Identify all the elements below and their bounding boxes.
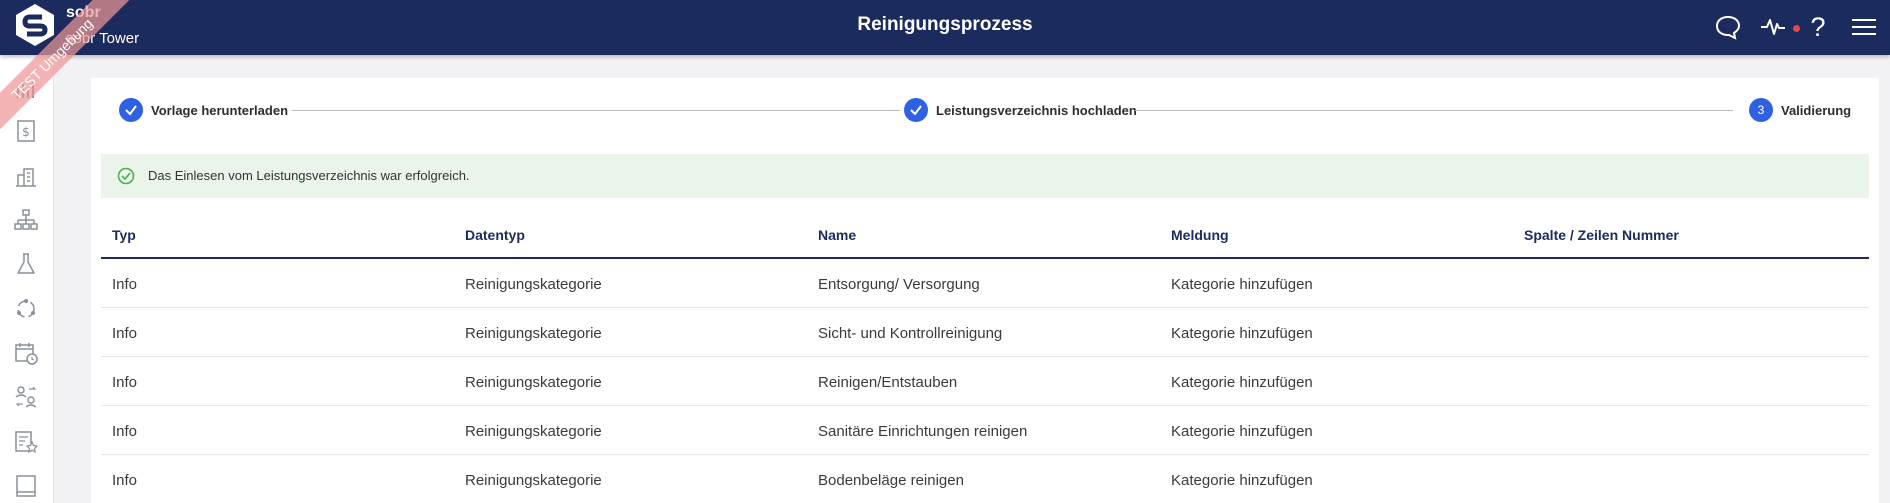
- cell-name: Entsorgung/ Versorgung: [818, 276, 980, 293]
- table-row[interactable]: Info Reinigungskategorie Entsorgung/ Ver…: [101, 259, 1869, 308]
- cell-typ: Info: [112, 472, 138, 489]
- table-row[interactable]: Info Reinigungskategorie Sicht- und Kont…: [101, 308, 1869, 357]
- success-alert-text: Das Einlesen vom Leistungsverzeichnis wa…: [148, 168, 470, 183]
- cell-name: Reinigen/Entstauben: [818, 374, 958, 391]
- book-icon[interactable]: [13, 473, 39, 499]
- document-star-icon[interactable]: [13, 429, 39, 455]
- step-2-check-icon[interactable]: [904, 98, 928, 122]
- hierarchy-icon[interactable]: [13, 207, 39, 233]
- user-transfer-icon[interactable]: [13, 384, 39, 410]
- column-header-spalte-zeilen[interactable]: Spalte / Zeilen Nummer: [1524, 227, 1679, 243]
- cell-typ: Info: [112, 374, 138, 391]
- help-icon[interactable]: ?: [1806, 10, 1830, 44]
- table-header: Typ Datentyp Name Meldung Spalte / Zeile…: [101, 211, 1869, 259]
- column-header-name[interactable]: Name: [818, 227, 856, 243]
- dashboard-icon[interactable]: [13, 76, 39, 102]
- flask-icon[interactable]: [13, 251, 39, 277]
- calendar-clock-icon[interactable]: [13, 340, 39, 366]
- cell-typ: Info: [112, 276, 138, 293]
- column-header-datentyp[interactable]: Datentyp: [465, 227, 525, 243]
- notification-dot: [1793, 25, 1800, 32]
- svg-text:$: $: [22, 125, 30, 139]
- cell-name: Sanitäre Einrichtungen reinigen: [818, 423, 1028, 440]
- dollar-document-icon[interactable]: $: [13, 118, 39, 144]
- cell-name: Bodenbeläge reinigen: [818, 472, 964, 489]
- buildings-icon[interactable]: [13, 163, 39, 189]
- cell-datentyp: Reinigungskategorie: [465, 374, 602, 391]
- cell-datentyp: Reinigungskategorie: [465, 472, 602, 489]
- step-2-label[interactable]: Leistungsverzeichnis hochladen: [936, 103, 1137, 118]
- cell-meldung: Kategorie hinzufügen: [1171, 472, 1313, 489]
- table-row[interactable]: Info Reinigungskategorie Sanitäre Einric…: [101, 406, 1869, 455]
- success-alert: Das Einlesen vom Leistungsverzeichnis wa…: [101, 154, 1869, 198]
- column-header-meldung[interactable]: Meldung: [1171, 227, 1229, 243]
- activity-icon[interactable]: [1758, 12, 1788, 42]
- step-3-number[interactable]: 3: [1749, 98, 1773, 122]
- sidebar: $: [0, 55, 54, 503]
- cell-typ: Info: [112, 423, 138, 440]
- step-1-label[interactable]: Vorlage herunterladen: [151, 103, 288, 118]
- cell-typ: Info: [112, 325, 138, 342]
- step-3-label[interactable]: Validierung: [1781, 103, 1851, 118]
- page-title: Reinigungsprozess: [857, 14, 1033, 35]
- chat-icon[interactable]: [1713, 12, 1743, 42]
- main-card: Vorlage herunterladen Leistungsverzeichn…: [91, 78, 1879, 503]
- stepper: Vorlage herunterladen Leistungsverzeichn…: [119, 98, 1859, 124]
- cell-meldung: Kategorie hinzufügen: [1171, 276, 1313, 293]
- step-1-check-icon[interactable]: [119, 98, 143, 122]
- column-header-typ[interactable]: Typ: [112, 227, 136, 243]
- cell-meldung: Kategorie hinzufügen: [1171, 325, 1313, 342]
- menu-icon[interactable]: [1849, 12, 1879, 42]
- check-circle-icon: [117, 167, 135, 185]
- cell-meldung: Kategorie hinzufügen: [1171, 423, 1313, 440]
- validation-table: Typ Datentyp Name Meldung Spalte / Zeile…: [101, 211, 1869, 503]
- table-row[interactable]: Info Reinigungskategorie Reinigen/Entsta…: [101, 357, 1869, 406]
- cell-meldung: Kategorie hinzufügen: [1171, 374, 1313, 391]
- cell-datentyp: Reinigungskategorie: [465, 325, 602, 342]
- app-header: sobr sobr Tower Reinigungsprozess ?: [0, 0, 1890, 55]
- table-row[interactable]: Info Reinigungskategorie Bodenbeläge rei…: [101, 455, 1869, 503]
- step-connector: [292, 110, 900, 111]
- cell-datentyp: Reinigungskategorie: [465, 276, 602, 293]
- cell-datentyp: Reinigungskategorie: [465, 423, 602, 440]
- cell-name: Sicht- und Kontrollreinigung: [818, 325, 1003, 342]
- step-connector: [1135, 110, 1733, 111]
- cycle-icon[interactable]: [13, 296, 39, 322]
